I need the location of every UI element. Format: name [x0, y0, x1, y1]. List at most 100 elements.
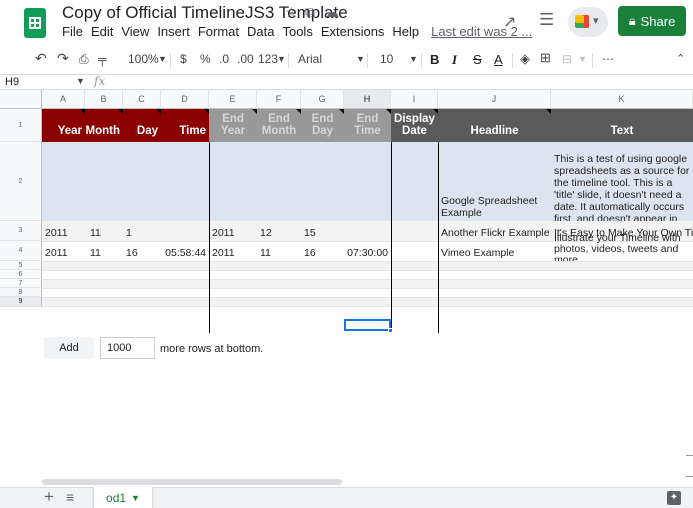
- merge-dropdown-icon[interactable]: ▼: [578, 54, 587, 64]
- spreadsheet-grid[interactable]: A B C D E F G H I J K 1 2 3 4 5 6 7 8 9 …: [0, 90, 693, 333]
- font-size-select[interactable]: 10: [380, 52, 393, 66]
- horizontal-scroll-thumb[interactable]: [42, 479, 342, 485]
- text-color-button[interactable]: A: [494, 52, 503, 67]
- last-edit-link[interactable]: Last edit was 2 ...: [431, 24, 532, 42]
- zoom-select[interactable]: 100%: [128, 52, 159, 66]
- strikethrough-button[interactable]: S: [473, 52, 482, 67]
- note-marker[interactable]: [156, 109, 161, 114]
- header-end-year[interactable]: End Year: [209, 109, 257, 142]
- cell-f3[interactable]: 12: [257, 221, 301, 241]
- header-headline[interactable]: Headline: [438, 109, 551, 142]
- menu-format[interactable]: Format: [198, 24, 239, 42]
- font-size-dropdown-icon[interactable]: ▼: [409, 54, 418, 64]
- add-rows-button[interactable]: Add: [44, 337, 94, 359]
- cell-a3[interactable]: 2011: [42, 221, 85, 241]
- more-formats-button[interactable]: 123: [258, 52, 278, 66]
- borders-icon[interactable]: ⊞: [540, 50, 551, 66]
- more-options-icon[interactable]: ⋯: [602, 52, 614, 66]
- selected-cell-h9[interactable]: [344, 319, 391, 331]
- bold-button[interactable]: B: [430, 52, 439, 67]
- cell-e3[interactable]: 2011: [209, 221, 257, 241]
- header-end-time[interactable]: End Time: [344, 109, 391, 142]
- menu-help[interactable]: Help: [392, 24, 419, 42]
- font-dropdown-icon[interactable]: ▼: [356, 54, 365, 64]
- cell-j4[interactable]: Vimeo Example: [438, 241, 551, 261]
- paint-format-icon[interactable]: ╤: [98, 52, 107, 66]
- row-header-8[interactable]: 8: [0, 288, 42, 297]
- header-display-date[interactable]: Display Date: [391, 109, 438, 142]
- name-box-dropdown-icon[interactable]: ▼: [76, 76, 85, 86]
- print-icon[interactable]: ⎙: [79, 52, 89, 67]
- header-end-day[interactable]: End Day: [301, 109, 344, 142]
- row-header-1[interactable]: 1: [0, 109, 42, 142]
- cell-c4[interactable]: 16: [123, 241, 161, 261]
- menu-extensions[interactable]: Extensions: [321, 24, 385, 42]
- vertical-scrollbar[interactable]: [686, 455, 693, 477]
- column-header-d[interactable]: D: [161, 90, 209, 109]
- more-formats-dropdown-icon[interactable]: ▼: [277, 54, 286, 64]
- column-header-a[interactable]: A: [42, 90, 85, 109]
- all-sheets-icon[interactable]: ≡: [66, 489, 74, 505]
- note-marker[interactable]: [80, 109, 85, 114]
- note-marker[interactable]: [118, 109, 123, 114]
- cell-b3[interactable]: 11: [85, 221, 123, 241]
- menu-file[interactable]: File: [62, 24, 83, 42]
- row-header-6[interactable]: 6: [0, 270, 42, 279]
- currency-format-button[interactable]: $: [180, 52, 187, 66]
- activity-trend-icon[interactable]: ↗: [503, 12, 516, 32]
- comment-history-icon[interactable]: ☰: [539, 10, 554, 30]
- header-text[interactable]: Text: [551, 109, 693, 142]
- menu-insert[interactable]: Insert: [157, 24, 190, 42]
- header-time[interactable]: Time: [161, 109, 209, 142]
- redo-icon[interactable]: ↷: [57, 50, 69, 67]
- sheets-logo-icon[interactable]: [24, 8, 46, 38]
- row-header-2[interactable]: 2: [0, 142, 42, 221]
- menu-view[interactable]: View: [121, 24, 149, 42]
- column-header-c[interactable]: C: [123, 90, 161, 109]
- row-header-7[interactable]: 7: [0, 279, 42, 288]
- cell-a4[interactable]: 2011: [42, 241, 85, 261]
- add-rows-count-input[interactable]: 1000: [100, 337, 155, 359]
- star-icon[interactable]: ☆: [285, 4, 298, 21]
- cell-b4[interactable]: 11: [85, 241, 123, 261]
- fill-color-icon[interactable]: ◈: [520, 51, 530, 67]
- cell-e4[interactable]: 2011: [209, 241, 257, 261]
- font-select[interactable]: Arial: [298, 52, 322, 66]
- undo-icon[interactable]: ↶: [35, 50, 47, 67]
- menu-tools[interactable]: Tools: [282, 24, 312, 42]
- cell-h4[interactable]: 07:30:00: [344, 241, 391, 261]
- column-header-g[interactable]: G: [301, 90, 344, 109]
- cell-g4[interactable]: 16: [301, 241, 344, 261]
- row-header-3[interactable]: 3: [0, 221, 42, 241]
- cell-j3[interactable]: Another Flickr Example: [438, 221, 551, 241]
- sheet-tab-od1[interactable]: od1 ▼: [94, 487, 152, 508]
- note-marker[interactable]: [433, 109, 438, 114]
- note-marker[interactable]: [252, 109, 257, 114]
- cell-k4[interactable]: Illustrate your Timeline with photos, vi…: [551, 232, 693, 262]
- select-all-corner[interactable]: [0, 90, 42, 109]
- note-marker[interactable]: [339, 109, 344, 114]
- row-header-9[interactable]: 9: [0, 297, 42, 307]
- menu-edit[interactable]: Edit: [91, 24, 113, 42]
- merge-cells-icon[interactable]: ⊟: [562, 52, 572, 66]
- cell-c3[interactable]: 1: [123, 221, 161, 241]
- fill-handle[interactable]: [388, 328, 393, 333]
- percent-format-button[interactable]: %: [200, 52, 211, 66]
- menu-data[interactable]: Data: [247, 24, 274, 42]
- decrease-decimal-button[interactable]: .0: [219, 52, 229, 66]
- column-header-k[interactable]: K: [551, 90, 693, 109]
- meet-button[interactable]: [568, 7, 608, 37]
- row-header-5[interactable]: 5: [0, 261, 42, 270]
- name-box[interactable]: H9: [5, 76, 19, 88]
- sheet-tab-dropdown-icon[interactable]: ▼: [131, 493, 140, 503]
- move-icon[interactable]: ⧉: [305, 4, 315, 21]
- cloud-status-icon[interactable]: ☁: [325, 4, 339, 21]
- note-marker[interactable]: [546, 109, 551, 114]
- explore-icon[interactable]: ✦: [667, 491, 681, 505]
- column-header-e[interactable]: E: [209, 90, 257, 109]
- header-year[interactable]: Year: [42, 109, 85, 142]
- row-header-4[interactable]: 4: [0, 241, 42, 261]
- note-marker[interactable]: [386, 109, 391, 114]
- cell-d4[interactable]: 05:58:44: [161, 241, 209, 261]
- note-marker[interactable]: [296, 109, 301, 114]
